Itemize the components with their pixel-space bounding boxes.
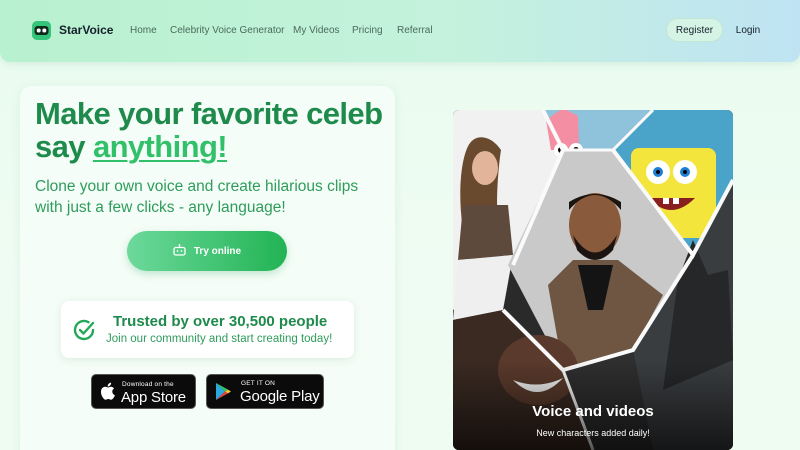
apple-icon [100, 382, 115, 405]
brand-name[interactable]: StarVoice [59, 23, 113, 37]
login-button[interactable]: Login [728, 18, 768, 42]
nav-my-videos[interactable]: My Videos [293, 25, 340, 36]
app-store-label: App Store [121, 389, 186, 406]
nav-pricing[interactable]: Pricing [352, 25, 383, 36]
nav-home[interactable]: Home [130, 25, 157, 36]
robot-icon [173, 243, 186, 259]
check-circle-icon [72, 318, 96, 347]
google-play-small-label: GET IT ON [241, 380, 276, 387]
google-play-icon [215, 382, 232, 406]
app-store-button[interactable]: Download on the App Store [91, 374, 196, 409]
headline-line1: Make your favorite celeb [35, 96, 383, 131]
headline-accent: anything! [92, 129, 228, 164]
top-header: StarVoice Home Celebrity Voice Generator… [0, 0, 800, 62]
google-play-button[interactable]: GET IT ON Google Play [206, 374, 324, 409]
app-store-small-label: Download on the [122, 381, 174, 388]
try-online-label: Try online [193, 245, 242, 257]
try-online-button[interactable]: Try online [127, 231, 287, 271]
logo-mask-icon[interactable] [32, 21, 51, 40]
google-play-label: Google Play [240, 388, 320, 405]
hero-headline: Make your favorite celeb say anything! [35, 97, 395, 163]
panel-title: Voice and videos [532, 403, 654, 420]
hero-subtext: Clone your own voice and create hilariou… [35, 178, 359, 216]
characters-collage-image [453, 110, 733, 450]
register-button[interactable]: Register [666, 18, 723, 42]
nav-referral[interactable]: Referral [397, 25, 433, 36]
headline-prefix: say [35, 129, 93, 164]
trust-subtitle: Join our community and start creating to… [106, 333, 333, 345]
panel-subtitle: New characters added daily! [536, 428, 650, 438]
trust-title: Trusted by over 30,500 people [113, 313, 328, 330]
nav-celebrity-voice-generator[interactable]: Celebrity Voice Generator [170, 25, 285, 36]
